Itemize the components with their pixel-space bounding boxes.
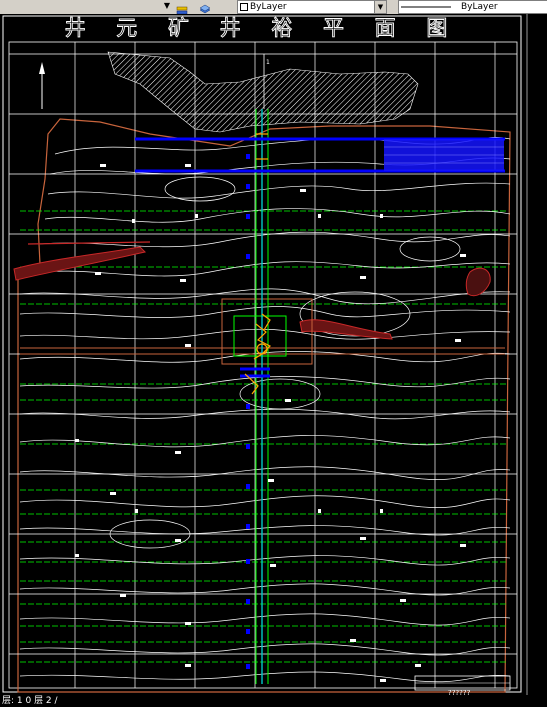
command-status-bar: 层: 1 0 层 2 /: [0, 695, 547, 707]
layer-stack-icon[interactable]: [198, 1, 211, 14]
blue-roadways: [135, 137, 505, 669]
drawing-title: 井 元 矿 井 裕 平 面 图: [65, 16, 460, 40]
linetype-preview-icon: [401, 6, 451, 8]
properties-toolbar: ▼ ByLayer ▼ ByLayer: [0, 0, 547, 15]
color-combo[interactable]: ByLayer ▼: [237, 0, 387, 14]
layer-manager-icon[interactable]: [176, 1, 188, 15]
hatched-hill-area: [107, 51, 419, 133]
mine-plan-drawing: 井 元 矿 井 裕 平 面 图 1 ??????: [2, 14, 528, 697]
linetype-combo-value: ByLayer: [461, 2, 498, 12]
status-text: 层: 1 0 层 2 /: [2, 696, 58, 706]
color-combo-value: ByLayer: [250, 2, 287, 12]
north-arrow-icon: [39, 62, 45, 109]
fault-zones: [13, 241, 491, 340]
dropdown-arrow-icon[interactable]: ▼: [162, 1, 172, 11]
layer-toolbar-left: ▼: [0, 0, 175, 13]
linetype-combo[interactable]: ByLayer: [398, 0, 547, 14]
drawing-canvas[interactable]: 井 元 矿 井 裕 平 面 图 1 ??????: [0, 14, 547, 697]
mine-boundary: [17, 118, 511, 693]
axis-label-top: 1: [266, 59, 270, 66]
color-swatch-icon: [240, 3, 248, 11]
contour-lines: [19, 136, 511, 683]
chevron-down-icon[interactable]: ▼: [374, 1, 386, 13]
